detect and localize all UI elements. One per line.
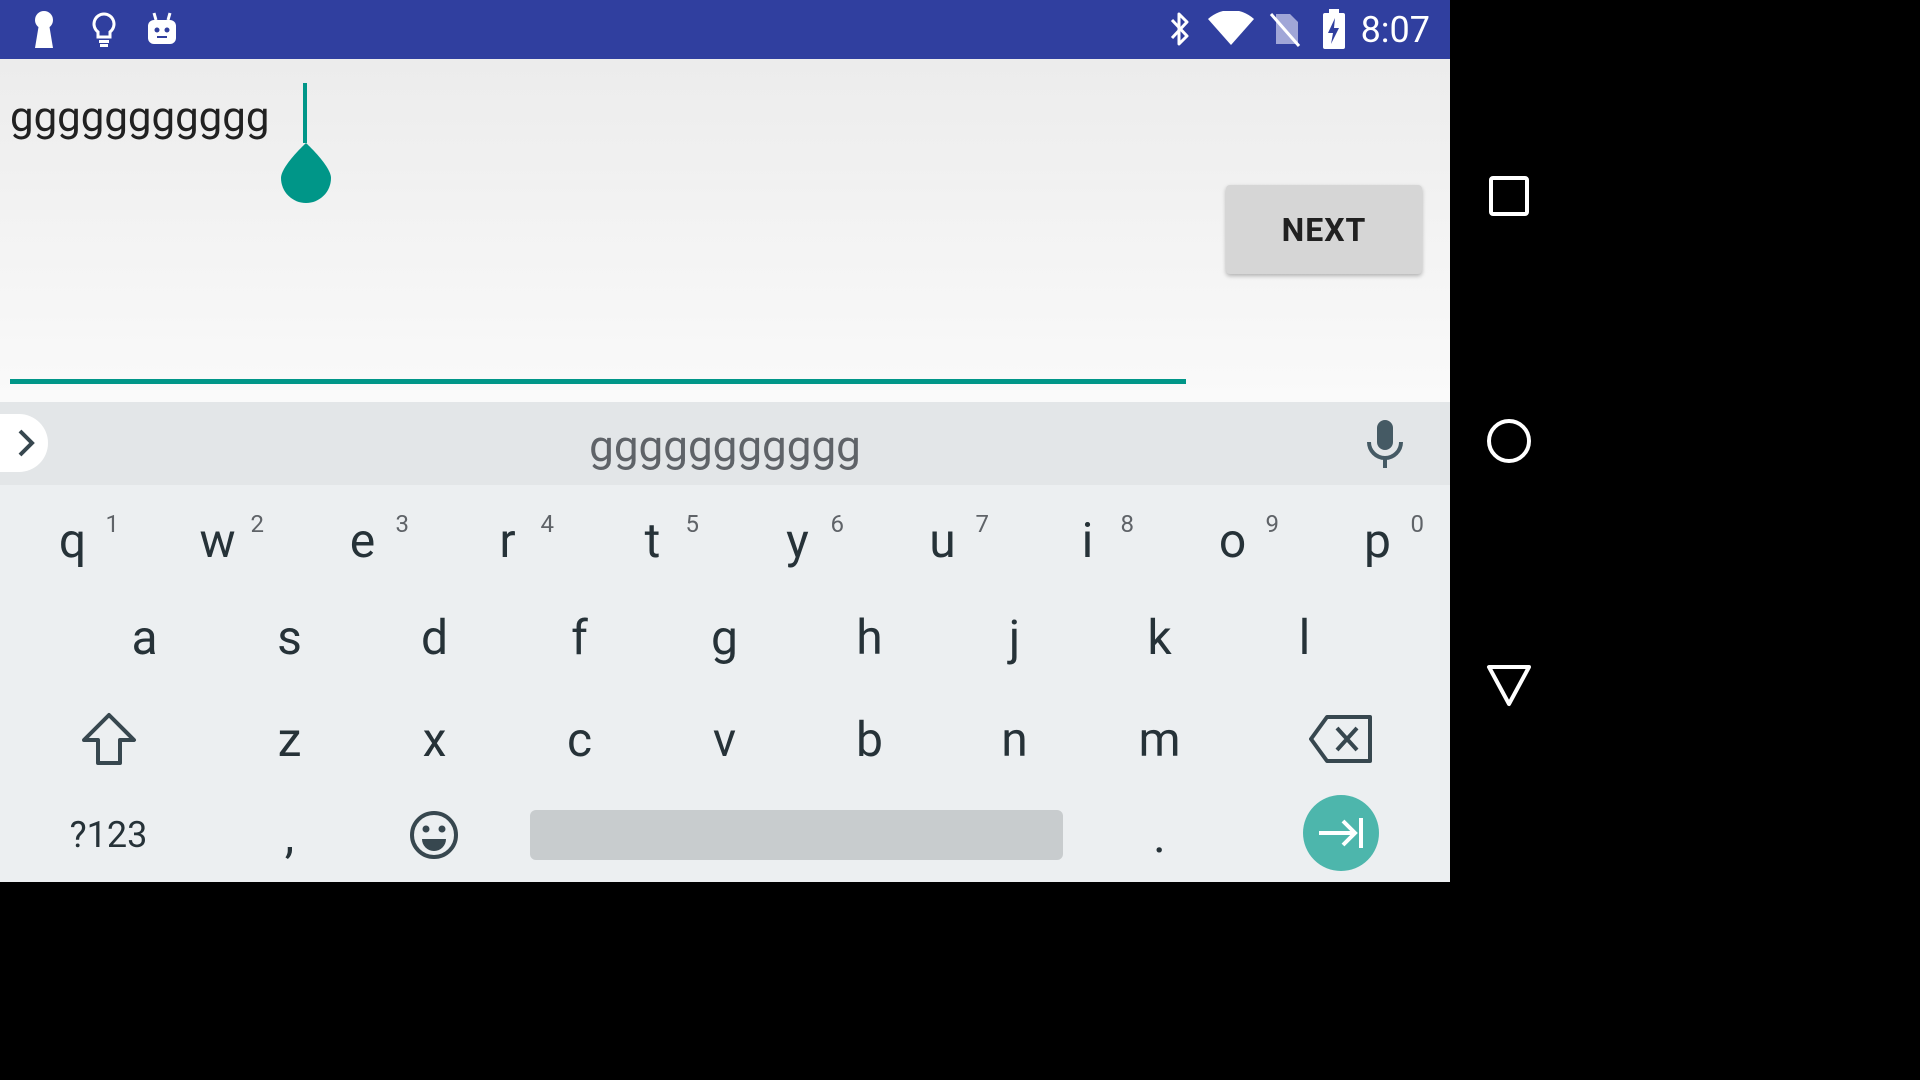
suggestion-strip: ggggggggggg [0, 402, 1450, 485]
key-label: x [422, 710, 447, 768]
key-label: f [571, 608, 588, 666]
key-k[interactable]: k [1087, 589, 1232, 685]
back-icon[interactable] [1486, 664, 1532, 708]
key-label: l [1298, 608, 1311, 666]
key-n[interactable]: n [942, 691, 1087, 787]
wifi-icon [1207, 10, 1255, 48]
keyhole-icon [30, 10, 58, 48]
key-label: h [856, 608, 883, 666]
key-z[interactable]: z [217, 691, 362, 787]
key-t[interactable]: t5 [580, 492, 725, 588]
key-label: t [644, 511, 661, 569]
key-label: d [420, 608, 449, 666]
key-c[interactable]: c [507, 691, 652, 787]
key-number-hint: 8 [1120, 510, 1135, 538]
key-number-hint: 1 [105, 510, 120, 538]
key-h[interactable]: h [797, 589, 942, 685]
recents-icon[interactable] [1488, 175, 1530, 217]
key-b[interactable]: b [797, 691, 942, 787]
key-number-hint: 5 [685, 510, 700, 538]
key-r[interactable]: r4 [435, 492, 580, 588]
key-v[interactable]: v [652, 691, 797, 787]
key-d[interactable]: d [362, 589, 507, 685]
cursor-handle-icon[interactable] [281, 141, 331, 203]
period-key[interactable]: . [1087, 787, 1232, 882]
status-bar: 8:07 [0, 0, 1450, 59]
emoji-icon [409, 811, 458, 859]
emoji-key[interactable] [361, 787, 506, 882]
key-label: c [566, 710, 593, 768]
android-icon [146, 10, 178, 48]
key-number-hint: 6 [830, 510, 845, 538]
key-label: s [277, 608, 302, 666]
battery-charging-icon [1320, 9, 1348, 49]
tab-next-icon [1319, 818, 1363, 848]
key-label: z [277, 710, 302, 768]
key-w[interactable]: w2 [145, 492, 290, 588]
key-l[interactable]: l [1232, 589, 1377, 685]
word-suggestion[interactable]: ggggggggggg [0, 420, 1450, 472]
key-label: y [786, 511, 809, 569]
key-label: r [499, 511, 516, 569]
key-label: w [199, 511, 236, 569]
key-label: o [1218, 511, 1247, 569]
form-area: ggggggggggg NEXT [0, 59, 1450, 402]
backspace-icon [1308, 715, 1372, 763]
key-s[interactable]: s [217, 589, 362, 685]
key-p[interactable]: p0 [1305, 492, 1450, 588]
key-label: p [1364, 511, 1391, 569]
key-label: a [131, 608, 158, 666]
comma-key[interactable]: , [217, 787, 362, 882]
backspace-key[interactable] [1268, 691, 1413, 787]
key-label: q [58, 511, 87, 569]
key-label: j [1008, 608, 1021, 666]
key-label: e [349, 511, 376, 569]
key-y[interactable]: y6 [725, 492, 870, 588]
text-input[interactable]: ggggggggggg [10, 93, 269, 142]
shift-icon [81, 713, 136, 765]
no-sim-icon [1268, 10, 1302, 48]
key-number-hint: 3 [395, 510, 410, 538]
key-label: u [929, 511, 956, 569]
key-number-hint: 2 [250, 510, 265, 538]
key-q[interactable]: q1 [0, 492, 145, 588]
key-label: g [711, 608, 738, 666]
next-button[interactable]: NEXT [1226, 185, 1422, 274]
key-o[interactable]: o9 [1160, 492, 1305, 588]
key-u[interactable]: u7 [870, 492, 1015, 588]
status-time: 8:07 [1360, 9, 1430, 51]
key-label: b [856, 710, 883, 768]
microphone-icon[interactable] [1363, 418, 1407, 470]
key-g[interactable]: g [652, 589, 797, 685]
key-e[interactable]: e3 [290, 492, 435, 588]
lightbulb-icon [90, 10, 118, 48]
enter-key[interactable] [1303, 795, 1379, 871]
key-label: v [712, 710, 737, 768]
shift-key[interactable] [36, 691, 181, 787]
key-label: i [1081, 511, 1094, 569]
navigation-bar [1450, 0, 1568, 882]
symbols-key[interactable]: ?123 [36, 787, 181, 882]
key-label: m [1138, 710, 1181, 768]
key-label: k [1147, 608, 1172, 666]
key-a[interactable]: a [72, 589, 217, 685]
input-underline [10, 379, 1186, 384]
text-cursor [303, 83, 307, 143]
bluetooth-icon [1167, 10, 1193, 48]
home-icon[interactable] [1486, 418, 1532, 464]
soft-keyboard: ggggggggggg q1w2e3r4t5y6u7i8o9p0 asdfghj… [0, 402, 1450, 882]
key-f[interactable]: f [507, 589, 652, 685]
key-number-hint: 0 [1410, 510, 1425, 538]
key-number-hint: 4 [540, 510, 555, 538]
key-number-hint: 9 [1265, 510, 1280, 538]
key-i[interactable]: i8 [1015, 492, 1160, 588]
app-screen: 8:07 ggggggggggg NEXT ggggggggggg q1w2e3… [0, 0, 1450, 882]
key-x[interactable]: x [362, 691, 507, 787]
key-label: n [1001, 710, 1028, 768]
key-j[interactable]: j [942, 589, 1087, 685]
key-number-hint: 7 [975, 510, 990, 538]
space-key[interactable] [530, 810, 1063, 860]
key-m[interactable]: m [1087, 691, 1232, 787]
